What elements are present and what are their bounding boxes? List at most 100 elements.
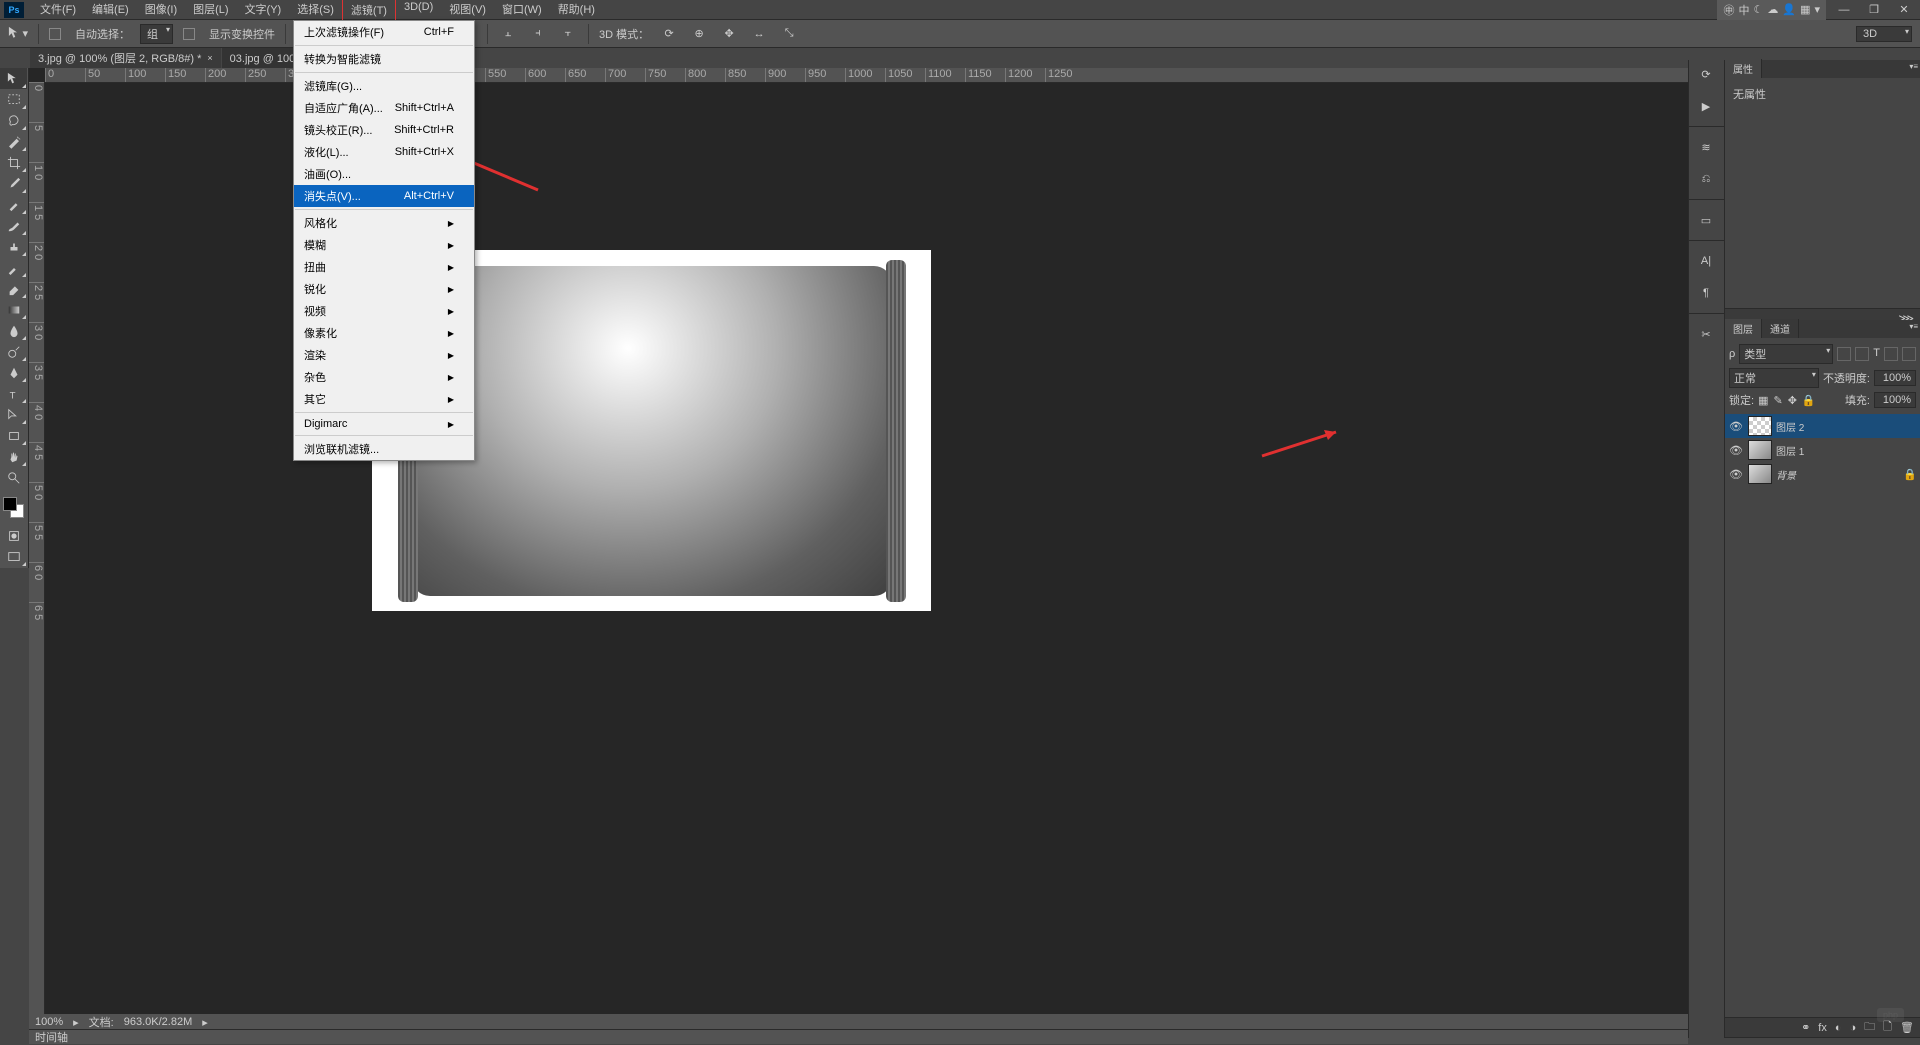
visibility-eye-icon[interactable]: 👁 [1728, 420, 1744, 433]
window-close-button[interactable]: ✕ [1892, 2, 1916, 18]
hand-tool[interactable] [0, 446, 27, 467]
clone-source-icon[interactable]: ⎌ [1689, 165, 1723, 193]
doc-info[interactable]: 963.0K/2.82M [124, 1016, 193, 1028]
color-swatches[interactable] [0, 494, 27, 521]
character-panel-icon[interactable]: A| [1689, 247, 1723, 275]
dodge-tool[interactable] [0, 341, 27, 362]
ime-indicator[interactable]: ㊥ 中 ☾ ☁ 👤 ▦ ▾ [1717, 0, 1826, 20]
distribute-h-icon[interactable]: ⫠ [498, 24, 518, 44]
layer-mask-icon[interactable]: ◐ [1835, 1022, 1842, 1034]
window-maximize-button[interactable]: ❐ [1862, 2, 1886, 18]
distribute-icon[interactable]: ⫟ [558, 24, 578, 44]
auto-select-checkbox[interactable] [49, 27, 65, 39]
menu-view[interactable]: 视图(V) [441, 0, 494, 21]
show-transform-checkbox[interactable] [183, 27, 199, 39]
filter-shape-icon[interactable] [1884, 347, 1898, 361]
chevron-right-icon[interactable]: ▸ [202, 1016, 208, 1029]
menu-layer[interactable]: 图层(L) [185, 0, 236, 21]
layer-row[interactable]: 👁 图层 1 [1725, 438, 1920, 462]
filter-smart[interactable]: 转换为智能滤镜 [294, 48, 474, 70]
slide-3d-icon[interactable]: ↔ [749, 24, 769, 44]
menu-file[interactable]: 文件(F) [32, 0, 84, 21]
fill-value[interactable]: 100% [1874, 392, 1916, 408]
workspace-3d-dropdown[interactable]: 3D [1856, 26, 1912, 42]
menu-window[interactable]: 窗口(W) [494, 0, 550, 21]
healing-brush-tool[interactable] [0, 194, 27, 215]
scale-3d-icon[interactable]: ⤡ [779, 24, 799, 44]
adjustment-layer-icon[interactable]: ◑ [1850, 1022, 1857, 1034]
path-selection-tool[interactable] [0, 404, 27, 425]
filter-smart-icon[interactable] [1902, 347, 1916, 361]
filter-last[interactable]: 上次滤镜操作(F)Ctrl+F [294, 21, 474, 43]
menu-filter[interactable]: 滤镜(T) [342, 0, 396, 21]
zoom-tool[interactable] [0, 467, 27, 488]
filter-render[interactable]: 渲染▶ [294, 344, 474, 366]
filter-adjust-icon[interactable] [1855, 347, 1869, 361]
filter-gallery[interactable]: 滤镜库(G)... [294, 75, 474, 97]
screen-mode[interactable] [0, 546, 27, 567]
paths-panel-icon[interactable]: ▭ [1689, 206, 1723, 234]
foreground-color-swatch[interactable] [3, 497, 17, 511]
layer-thumbnail[interactable] [1748, 464, 1772, 484]
filter-browse-online[interactable]: 浏览联机滤镜... [294, 438, 474, 460]
delete-layer-icon[interactable]: 🗑 [1900, 1021, 1914, 1034]
lasso-tool[interactable] [0, 110, 27, 131]
quick-mask-mode[interactable] [0, 525, 27, 546]
move-tool-icon[interactable]: ▾ [8, 24, 28, 44]
move-tool[interactable] [0, 68, 27, 89]
properties-tab[interactable]: 属性 [1725, 59, 1762, 78]
pen-tool[interactable] [0, 362, 27, 383]
panel-menu-icon[interactable]: ▾≡ [1909, 62, 1918, 71]
rectangle-tool[interactable] [0, 425, 27, 446]
zoom-level[interactable]: 100% [35, 1016, 63, 1028]
crop-tool[interactable] [0, 152, 27, 173]
lock-all-icon[interactable]: 🔒 [1802, 394, 1816, 407]
filter-pixelate[interactable]: 像素化▶ [294, 322, 474, 344]
layer-name[interactable]: 图层 1 [1776, 443, 1917, 458]
distribute-v-icon[interactable]: ⫞ [528, 24, 548, 44]
history-brush-tool[interactable] [0, 257, 27, 278]
filter-adaptive-wide-angle[interactable]: 自适应广角(A)...Shift+Ctrl+A [294, 97, 474, 119]
ruler-horizontal[interactable]: 0501001502002503003504004505005506006507… [45, 68, 1688, 83]
filter-sharpen[interactable]: 锐化▶ [294, 278, 474, 300]
layer-thumbnail[interactable] [1748, 440, 1772, 460]
channels-tab[interactable]: 通道 [1762, 319, 1799, 338]
history-panel-icon[interactable]: ⟳ [1689, 60, 1723, 88]
marquee-tool[interactable] [0, 89, 27, 110]
layer-row[interactable]: 👁 图层 2 [1725, 414, 1920, 438]
rotate-3d-icon[interactable]: ⟳ [659, 24, 679, 44]
window-minimize-button[interactable]: — [1832, 2, 1856, 18]
scissors-icon[interactable]: ✂ [1689, 320, 1723, 348]
filter-oil-paint[interactable]: 油画(O)... [294, 163, 474, 185]
gradient-tool[interactable] [0, 299, 27, 320]
eyedropper-tool[interactable] [0, 173, 27, 194]
filter-type-icon[interactable]: T [1873, 347, 1880, 361]
filter-digimarc[interactable]: Digimarc▶ [294, 415, 474, 433]
filter-vanishing-point[interactable]: 消失点(V)...Alt+Ctrl+V [294, 185, 474, 207]
auto-select-dropdown[interactable]: 组 [140, 24, 173, 44]
layer-name[interactable]: 图层 2 [1776, 419, 1917, 434]
brush-presets-icon[interactable]: ≋ [1689, 133, 1723, 161]
layer-thumbnail[interactable] [1748, 416, 1772, 436]
lock-pixels-icon[interactable]: ✎ [1773, 394, 1782, 407]
ruler-vertical[interactable]: 051 01 52 02 53 03 54 04 55 05 56 06 5 [29, 82, 45, 1014]
layer-kind-dropdown[interactable]: 类型 [1739, 344, 1833, 364]
panel-menu-icon[interactable]: ▾≡ [1909, 322, 1918, 331]
layer-row[interactable]: 👁 背景 🔒 [1725, 462, 1920, 486]
blur-tool[interactable] [0, 320, 27, 341]
document-tab-1[interactable]: 3.jpg @ 100% (图层 2, RGB/8#) * × [30, 48, 221, 68]
type-tool[interactable]: T [0, 383, 27, 404]
layer-name[interactable]: 背景 [1776, 467, 1903, 482]
blend-mode-dropdown[interactable]: 正常 [1729, 368, 1819, 388]
menu-edit[interactable]: 编辑(E) [84, 0, 137, 21]
timeline-bar[interactable]: 时间轴 [29, 1029, 1688, 1044]
eraser-tool[interactable] [0, 278, 27, 299]
close-icon[interactable]: × [207, 53, 212, 63]
paragraph-panel-icon[interactable]: ¶ [1689, 279, 1723, 307]
filter-other[interactable]: 其它▶ [294, 388, 474, 410]
layers-tab[interactable]: 图层 [1725, 319, 1762, 338]
filter-stylize[interactable]: 风格化▶ [294, 212, 474, 234]
menu-image[interactable]: 图像(I) [137, 0, 185, 21]
menu-help[interactable]: 帮助(H) [550, 0, 603, 21]
link-layers-icon[interactable]: ⚭ [1801, 1021, 1810, 1034]
